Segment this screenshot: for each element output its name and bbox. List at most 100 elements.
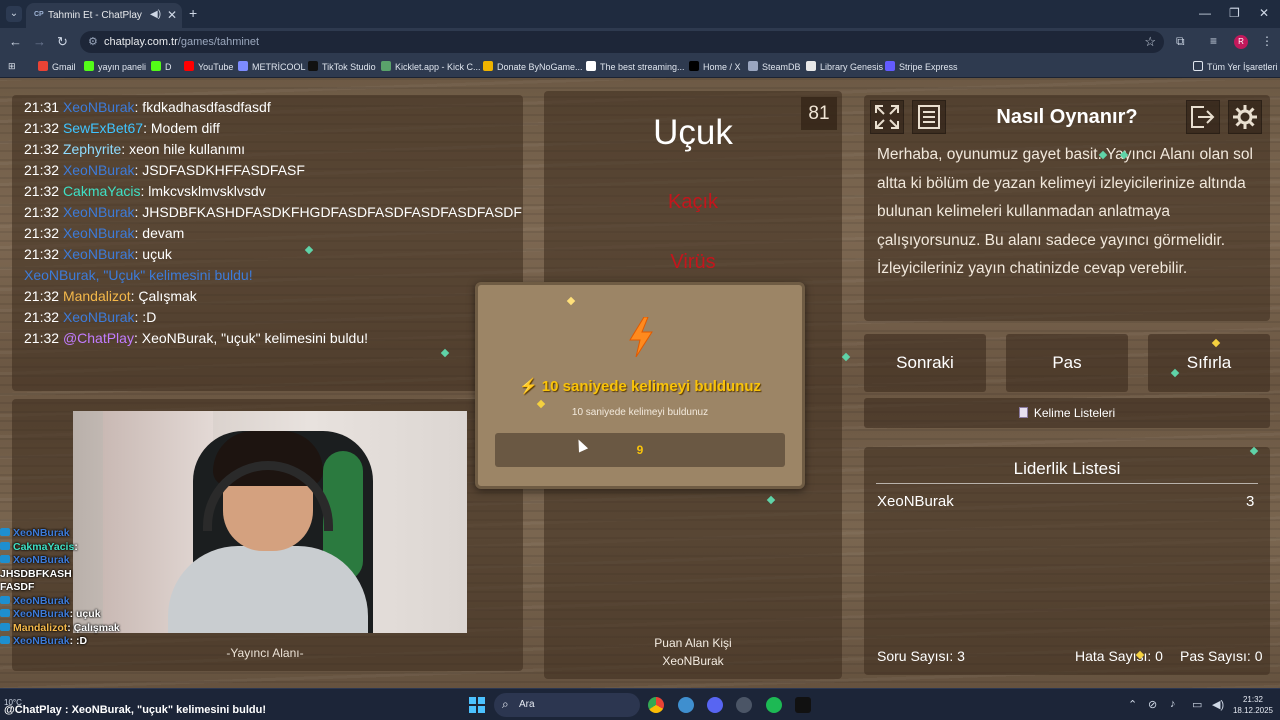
bookmark-metricool[interactable]: METRİCOOL — [238, 61, 306, 72]
bookmark-star-icon[interactable]: ☆ — [1144, 34, 1156, 50]
chat-username[interactable]: SewExBet67 — [63, 120, 143, 136]
bookmark-library-genesis[interactable]: Library Genesis — [806, 61, 883, 72]
current-word: Uçuk — [653, 113, 733, 152]
chat-text: XeoNBurak, "Uçuk" kelimesini buldu! — [24, 267, 253, 283]
bookmark-stripe-express[interactable]: Stripe Express — [885, 61, 958, 72]
profile-avatar[interactable]: R — [1234, 35, 1248, 49]
tab-tahmin-et[interactable]: CP Tahmin Et - ChatPlay ◀) ✕ — [26, 3, 182, 28]
address-bar[interactable]: ⚙ chatplay.com.tr/games/tahminet ☆ — [80, 31, 1164, 53]
app-icon[interactable] — [678, 697, 694, 713]
discord-icon[interactable] — [707, 697, 723, 713]
bookmark-kicklet[interactable]: Kicklet.app - Kick C... — [381, 61, 481, 72]
chat-text: : JSDFASDKHFFASDFASF — [134, 162, 305, 178]
spotify-icon[interactable] — [766, 697, 782, 713]
fullscreen-icon[interactable] — [870, 100, 904, 134]
reset-button[interactable]: Sıfırla — [1148, 334, 1270, 392]
bookmark-d[interactable]: D — [151, 61, 172, 72]
settings-gear-icon[interactable] — [1228, 100, 1262, 134]
overlay-username: XeoNBurak — [13, 554, 70, 566]
tab-title: Tahmin Et - ChatPlay — [48, 10, 142, 21]
chat-username[interactable]: CakmaYacis — [63, 183, 141, 199]
bookmark-x[interactable]: Home / X — [689, 61, 741, 72]
exit-icon[interactable] — [1186, 100, 1220, 134]
forward-icon[interactable]: → — [33, 34, 46, 49]
chat-username[interactable]: XeoNBurak — [63, 225, 135, 241]
restore-icon[interactable]: ❐ — [1229, 6, 1240, 20]
chat-username[interactable]: @ChatPlay — [63, 330, 134, 346]
chrome-icon[interactable] — [648, 697, 664, 713]
bookmark-donate[interactable]: Donate ByNoGame... — [483, 61, 583, 72]
new-tab-icon[interactable]: + — [189, 5, 197, 21]
question-count: Soru Sayısı: 3 — [877, 648, 965, 664]
tray-chevron-icon[interactable]: ⌃ — [1128, 698, 1137, 711]
clock[interactable]: 21:32 18.12.2025 — [1230, 694, 1276, 716]
tray-app-icon[interactable]: ⊘ — [1148, 698, 1157, 711]
tiktok-icon[interactable] — [795, 697, 811, 713]
lightning-icon — [629, 317, 653, 357]
bookmark-tiktok-studio[interactable]: TikTok Studio — [308, 61, 376, 72]
network-icon[interactable]: ▭ — [1192, 698, 1202, 711]
chat-username[interactable]: XeoNBurak — [63, 309, 135, 325]
menu-icon[interactable]: ⋮ — [1261, 34, 1273, 48]
modal-countdown[interactable]: 9 — [495, 433, 785, 467]
overlay-text: JHSDBFKASH — [0, 567, 72, 580]
bookmark-youtube[interactable]: YouTube — [184, 61, 233, 72]
chat-text: : Çalışmak — [130, 288, 197, 304]
overlay-text: : uçuk — [69, 608, 101, 620]
word-lists-button[interactable]: Kelime Listeleri — [864, 398, 1270, 428]
start-icon[interactable] — [469, 697, 485, 713]
how-to-title: Nasıl Oynanır? — [996, 106, 1138, 128]
overlay-chat-line: XeoNBurak: :D — [0, 635, 110, 649]
minimize-icon[interactable]: — — [1199, 6, 1211, 20]
overlay-text: : — [74, 540, 78, 553]
close-window-icon[interactable]: ✕ — [1259, 6, 1269, 20]
leaderboard-name: XeoNBurak — [877, 493, 954, 510]
reading-list-icon[interactable]: ≡ — [1210, 34, 1217, 48]
chat-text: : devam — [134, 225, 185, 241]
site-info-icon[interactable]: ⚙ — [88, 35, 98, 48]
overlay-username: Mandalizot — [13, 621, 68, 634]
bookmark-yayin-paneli[interactable]: yayın paneli — [84, 61, 146, 72]
pass-button[interactable]: Pas — [1006, 334, 1128, 392]
steam-icon[interactable] — [736, 697, 752, 713]
chat-time: 21:32 — [24, 120, 60, 136]
back-icon[interactable]: ← — [9, 34, 22, 49]
chat-username[interactable]: XeoNBurak — [63, 246, 135, 262]
timer-counter: 81 — [801, 97, 837, 130]
taskbar-search[interactable]: ⌕ Ara — [494, 693, 640, 717]
chat-time: 21:32 — [24, 330, 60, 346]
search-icon: ⌕ — [502, 697, 509, 711]
chat-log: 21:31 XeoNBurak: fkdkadhasdfasdfasdf 21:3… — [24, 97, 524, 349]
close-tab-icon[interactable]: ✕ — [167, 8, 177, 22]
chat-username[interactable]: XeoNBurak — [63, 204, 135, 220]
found-word-modal: ⚡ 10 saniyede kelimeyi buldunuz 10 saniy… — [475, 282, 805, 489]
reload-icon[interactable]: ↻ — [57, 34, 68, 50]
chat-username[interactable]: Zephyrite — [63, 141, 121, 157]
chat-text: : fkdkadhasdfasdfasdf — [134, 99, 271, 115]
chat-message: 21:32 XeoNBurak: uçuk — [24, 244, 524, 265]
speaker-icon[interactable]: ◀) — [150, 9, 161, 20]
chat-username[interactable]: XeoNBurak — [63, 99, 135, 115]
forbidden-word-1: Kaçık — [667, 191, 719, 213]
chat-message: 21:32 XeoNBurak: :D — [24, 307, 524, 328]
chat-message: 21:32 @ChatPlay: XeoNBurak, "uçuk" kelim… — [24, 328, 524, 349]
chat-message: 21:32 XeoNBurak: JHSDBFKASHDFASDKFHGDFAS… — [24, 202, 524, 223]
microphone-icon[interactable]: ♪ — [1170, 698, 1176, 710]
bookmark-streaming[interactable]: The best streaming... — [586, 61, 685, 72]
bookmark-steamdb[interactable]: SteamDB — [748, 61, 801, 72]
all-bookmarks-folder[interactable]: Tüm Yer İşaretleri — [1193, 61, 1278, 72]
apps-icon[interactable]: ⊞ — [8, 61, 16, 72]
tab-search-icon[interactable]: ⌄ — [6, 6, 22, 22]
bookmark-gmail[interactable]: Gmail — [38, 61, 76, 72]
streamer-body — [168, 546, 368, 633]
chat-time: 21:32 — [24, 246, 60, 262]
chat-time: 21:32 — [24, 309, 60, 325]
notes-icon[interactable] — [912, 100, 946, 134]
volume-icon[interactable]: ◀) — [1212, 698, 1224, 711]
modal-subtitle: 10 saniyede kelimeyi buldunuz — [571, 407, 709, 418]
extensions-icon[interactable]: ⧉ — [1176, 34, 1185, 49]
chat-username[interactable]: XeoNBurak — [63, 162, 135, 178]
chat-username[interactable]: Mandalizot — [63, 288, 131, 304]
next-button[interactable]: Sonraki — [864, 334, 986, 392]
overlay-username: XeoNBurak — [13, 527, 70, 539]
